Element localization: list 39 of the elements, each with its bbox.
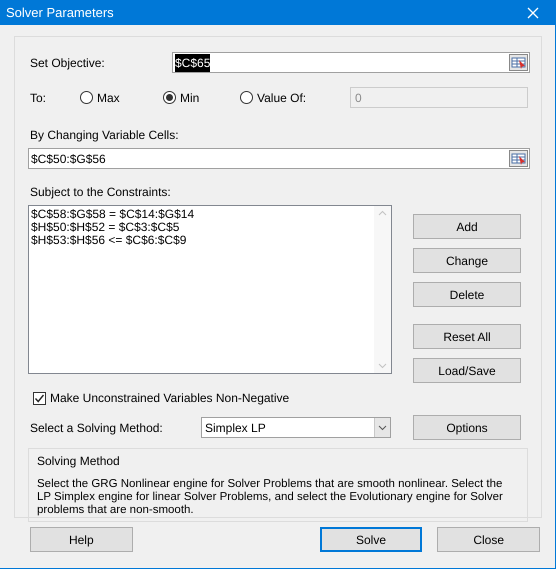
field-label: Set Objective: [30, 54, 106, 72]
window-title: Solver Parameters [6, 4, 114, 22]
radio-button[interactable] [80, 91, 93, 104]
radio-button[interactable] [240, 91, 253, 104]
input-field[interactable]: $C$50:$G$56 [28, 148, 530, 169]
radio-label[interactable]: Min [180, 88, 200, 106]
action-button[interactable]: Load/Save [413, 358, 521, 383]
action-button[interactable]: Reset All [413, 324, 521, 349]
input-field[interactable]: $C$65 [172, 52, 530, 73]
method-dropdown[interactable]: Simplex LP [201, 417, 391, 438]
radio-button[interactable] [163, 91, 176, 104]
action-button[interactable]: Change [413, 248, 521, 273]
action-button[interactable]: Delete [413, 282, 521, 307]
field-label: By Changing Variable Cells: [30, 128, 179, 142]
field-value: $C$50:$G$56 [31, 150, 106, 168]
constraint-item[interactable]: $H$50:$H$52 = $C$3:$C$5 [31, 221, 180, 234]
range-select-icon[interactable] [509, 150, 528, 167]
field-label: Select a Solving Method: [30, 420, 164, 436]
radio-label[interactable]: Value Of: [257, 88, 306, 106]
close-icon[interactable] [527, 6, 539, 18]
field-label: To: [30, 90, 48, 106]
description-text: Select the GRG Nonlinear engine for Solver Problems that are smooth nonlinear. Select the LP Simplex engine for linear Solver Problems, and select the Evolutionary engine for Solver problems that are non-smooth. [37, 478, 504, 517]
action-button[interactable]: Add [413, 214, 521, 239]
field-label: Subject to the Constraints: [30, 185, 171, 199]
checkbox-label[interactable]: Make Unconstrained Variables Non-Negative [50, 389, 290, 407]
constraint-item[interactable]: $H$53:$H$56 <= $C$6:$C$9 [31, 234, 186, 247]
dropdown-value: Simplex LP [205, 420, 266, 436]
dialog-button[interactable]: Close [437, 527, 540, 552]
dialog-button[interactable]: Help [30, 527, 133, 552]
checkbox[interactable] [33, 392, 46, 404]
radio-label[interactable]: Max [97, 88, 120, 106]
chevron-down-icon [378, 424, 387, 430]
group-title: Solving Method [37, 453, 121, 470]
constraint-item[interactable]: $C$58:$G$58 = $C$14:$G$14 [31, 208, 194, 221]
options-button[interactable]: Options [413, 415, 521, 440]
dialog-button[interactable]: Solve [320, 527, 422, 552]
field-value: $C$65 [175, 54, 210, 72]
constraints-list[interactable]: $C$58:$G$58 = $C$14:$G$14 $H$50:$H$52 = $C$3:$C$5 $H$53:$H$56 <= $C$6:$C$9 [28, 205, 392, 374]
range-select-icon[interactable] [509, 54, 528, 71]
